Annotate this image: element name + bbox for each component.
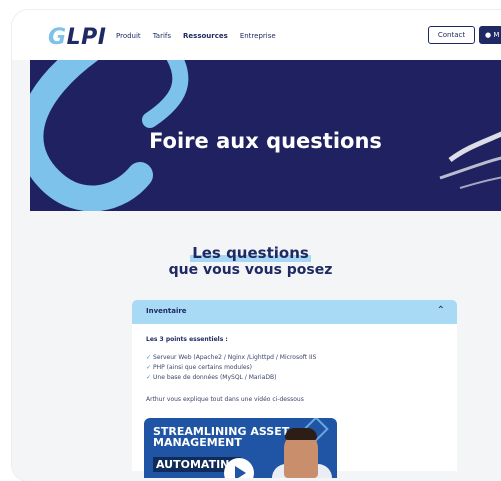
video-thumbnail[interactable]: STREAMLINING ASSET MANAGEMENT AUTOMATING	[144, 418, 337, 478]
section-title-line1: Les questions	[190, 244, 311, 262]
menu-item-ressources[interactable]: Ressources	[183, 32, 228, 40]
accordion-title: Inventaire	[146, 307, 187, 315]
list-item: ✓ PHP (ainsi que certains modules)	[146, 364, 253, 371]
menu-item-produit[interactable]: Produit	[116, 32, 141, 40]
accordion-note: Arthur vous explique tout dans une vidéo…	[146, 396, 304, 403]
list-item: ✓ Serveur Web (Apache2 / Nginx /Lighttpd …	[146, 354, 317, 361]
video-title: STREAMLINING ASSET MANAGEMENT	[153, 425, 290, 449]
play-icon[interactable]	[224, 458, 254, 478]
top-navigation: GLPI Produit Tarifs Ressources Entrepris…	[12, 10, 501, 60]
hero-title: Foire aux questions	[149, 129, 382, 153]
check-icon: ✓	[146, 354, 152, 361]
user-button[interactable]: ● M	[479, 26, 501, 44]
chevron-up-icon: ⌃	[436, 305, 445, 316]
section-title-line2: que vous vous posez	[168, 262, 333, 278]
accordion-header-inventaire[interactable]: Inventaire ⌃	[132, 300, 457, 324]
check-icon: ✓	[146, 374, 152, 381]
contact-button[interactable]: Contact	[428, 26, 475, 44]
user-icon: ●	[485, 31, 492, 39]
menu-item-entreprise[interactable]: Entreprise	[240, 32, 276, 40]
hero-banner: Foire aux questions	[30, 60, 501, 211]
accordion-body: Les 3 points essentiels : ✓ Serveur Web (…	[132, 324, 457, 478]
user-button-label: M	[493, 31, 500, 39]
main-menu: Produit Tarifs Ressources Entreprise	[116, 32, 276, 40]
menu-item-tarifs[interactable]: Tarifs	[153, 32, 171, 40]
presenter-hair	[285, 428, 317, 440]
check-icon: ✓	[146, 364, 152, 371]
accordion-heading: Les 3 points essentiels :	[146, 336, 228, 343]
list-item: ✓ Une base de données (MySQL / MariaDB)	[146, 374, 277, 381]
glpi-logo[interactable]: GLPI	[48, 25, 106, 50]
